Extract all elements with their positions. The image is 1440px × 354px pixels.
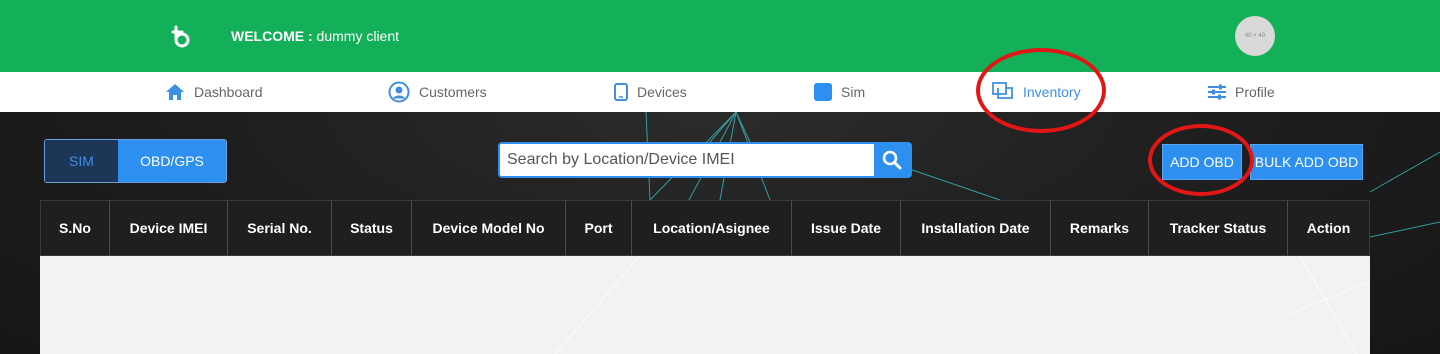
sim-obd-toggle: SIM OBD/GPS: [44, 139, 227, 183]
add-obd-button[interactable]: ADD OBD: [1162, 144, 1242, 180]
table-header: S.No Device IMEI Serial No. Status Devic…: [40, 200, 1370, 256]
sliders-icon: [1208, 84, 1226, 100]
main-nav: Dashboard Customers Devices Sim Inventor…: [0, 72, 1440, 112]
column-header[interactable]: Serial No.: [228, 201, 332, 255]
nav-item-dashboard[interactable]: Dashboard: [165, 72, 263, 112]
top-bar: WELCOME : dummy client 40 × 40: [0, 0, 1440, 72]
search-bar: [498, 142, 912, 178]
column-header[interactable]: Device Model No: [412, 201, 566, 255]
avatar[interactable]: 40 × 40: [1235, 16, 1275, 56]
nav-item-inventory[interactable]: Inventory: [992, 72, 1081, 112]
table-background-lines: [554, 256, 1370, 354]
inventory-table: S.No Device IMEI Serial No. Status Devic…: [40, 200, 1370, 354]
nav-item-profile[interactable]: Profile: [1208, 72, 1275, 112]
nav-label: Profile: [1235, 84, 1275, 100]
main-content: SIM OBD/GPS ADD OBD BULK ADD OBD S.No De…: [0, 112, 1440, 354]
home-icon: [165, 83, 185, 101]
toggle-obd-gps[interactable]: OBD/GPS: [118, 140, 226, 182]
column-header[interactable]: Installation Date: [901, 201, 1051, 255]
column-header[interactable]: Device IMEI: [110, 201, 228, 255]
welcome-label: WELCOME :: [231, 28, 313, 44]
column-header[interactable]: Status: [332, 201, 412, 255]
search-button[interactable]: [874, 144, 910, 176]
inventory-icon: [992, 82, 1014, 102]
column-header[interactable]: Issue Date: [792, 201, 901, 255]
column-header[interactable]: Action: [1288, 201, 1369, 255]
column-header[interactable]: Port: [566, 201, 632, 255]
table-body: [40, 256, 1370, 354]
search-icon: [882, 150, 902, 170]
user-circle-icon: [388, 81, 410, 103]
nav-item-devices[interactable]: Devices: [614, 72, 687, 112]
user-name: dummy client: [316, 28, 400, 44]
column-header[interactable]: S.No: [41, 201, 110, 255]
nav-label: Sim: [841, 84, 866, 100]
sim-icon: [814, 83, 832, 101]
nav-label: Customers: [419, 84, 487, 100]
nav-item-sim[interactable]: Sim: [814, 72, 865, 112]
nav-label: Devices: [637, 84, 687, 100]
column-header[interactable]: Location/Asignee: [632, 201, 792, 255]
column-header[interactable]: Tracker Status: [1149, 201, 1288, 255]
toggle-sim[interactable]: SIM: [45, 140, 118, 182]
nav-label: Dashboard: [194, 84, 263, 100]
nav-item-customers[interactable]: Customers: [388, 72, 487, 112]
tablet-icon: [614, 83, 628, 101]
nav-label: Inventory: [1023, 84, 1081, 100]
welcome-text: WELCOME : dummy client: [231, 28, 399, 44]
search-input[interactable]: [500, 144, 874, 176]
logo-icon[interactable]: [168, 24, 194, 50]
column-header[interactable]: Remarks: [1051, 201, 1149, 255]
bulk-add-obd-button[interactable]: BULK ADD OBD: [1250, 144, 1363, 180]
